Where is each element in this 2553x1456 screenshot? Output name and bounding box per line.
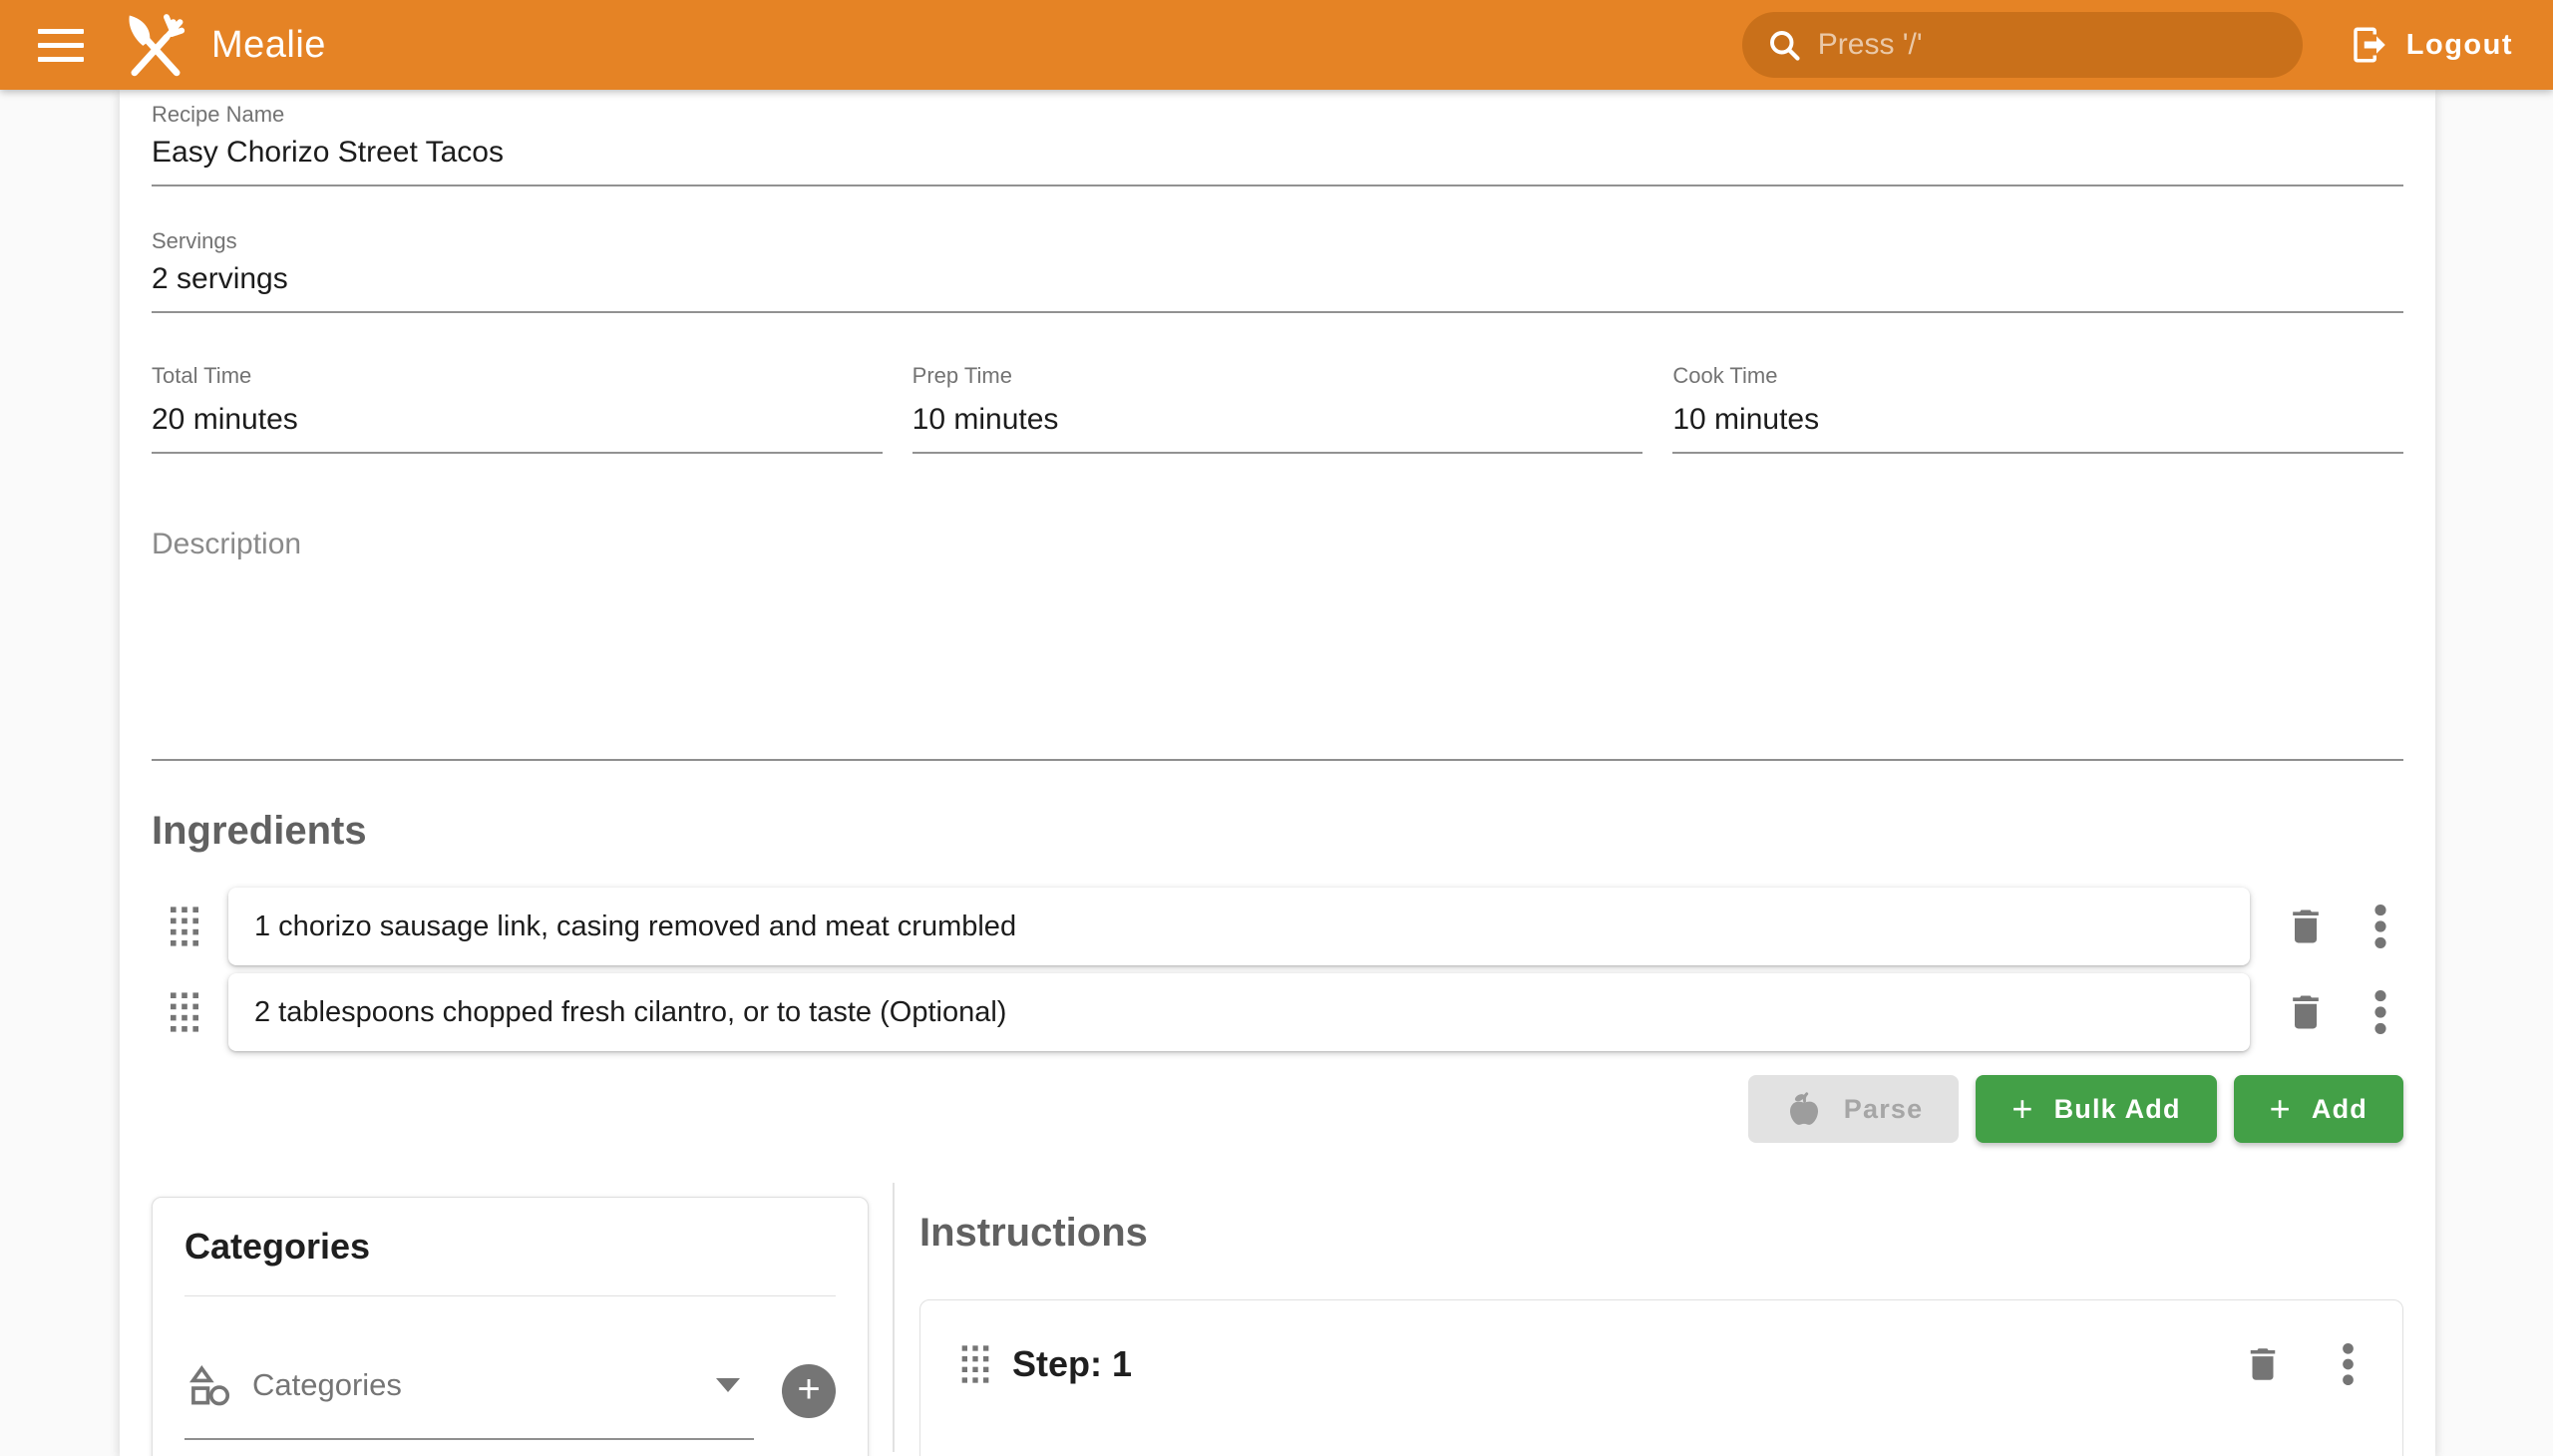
categories-select-row: Categories + (184, 1356, 836, 1440)
recipe-editor-card: Recipe Name Servings Total Time Prep Tim… (120, 90, 2435, 1456)
categories-card-title: Categories (184, 1226, 836, 1268)
caret-down-icon (716, 1378, 740, 1392)
drag-handle-icon[interactable] (165, 987, 204, 1037)
divider (184, 1295, 836, 1296)
ingredient-input[interactable] (254, 996, 2224, 1029)
delete-ingredient-button[interactable] (2276, 982, 2336, 1042)
cook-time-input[interactable] (1672, 395, 2403, 454)
times-row: Total Time Prep Time Cook Time (152, 363, 2403, 454)
mealie-logo-icon (118, 7, 193, 83)
recipe-name-group: Recipe Name (152, 90, 2403, 186)
step-more-options-icon[interactable] (2334, 1334, 2363, 1394)
bulk-add-button[interactable]: + Bulk Add (1976, 1075, 2216, 1143)
logout-label: Logout (2406, 29, 2513, 62)
app-bar: Mealie Logout (0, 0, 2553, 90)
cook-time-group: Cook Time (1672, 363, 2403, 454)
ingredient-actions: Parse + Bulk Add + Add (152, 1075, 2403, 1143)
description-textarea[interactable] (152, 561, 2403, 761)
parse-label: Parse (1844, 1094, 1924, 1125)
app-title: Mealie (211, 24, 326, 67)
bottom-section: Categories Categories (152, 1183, 2403, 1452)
recipe-name-input[interactable] (152, 128, 2403, 186)
ingredient-row (152, 888, 2403, 965)
ingredient-input[interactable] (254, 910, 2224, 943)
servings-group: Servings (152, 228, 2403, 313)
category-shapes-icon (186, 1362, 232, 1408)
ingredient-list (152, 888, 2403, 1051)
apple-icon (1784, 1089, 1824, 1129)
prep-time-group: Prep Time (912, 363, 1643, 454)
delete-ingredient-button[interactable] (2276, 897, 2336, 956)
total-time-input[interactable] (152, 395, 883, 454)
instructions-heading: Instructions (919, 1211, 2403, 1256)
parse-button[interactable]: Parse (1748, 1075, 1960, 1143)
categories-card: Categories Categories (152, 1197, 869, 1456)
total-time-group: Total Time (152, 363, 883, 454)
cook-time-label: Cook Time (1672, 363, 2403, 389)
search-bar[interactable] (1742, 12, 2303, 78)
search-icon (1766, 27, 1802, 63)
step-card: Step: 1 Combine crumbled chorizo and chi… (919, 1299, 2403, 1456)
drag-handle-icon[interactable] (165, 902, 204, 951)
servings-input[interactable] (152, 254, 2403, 313)
categories-select-label: Categories (252, 1367, 402, 1403)
menu-icon[interactable] (26, 10, 96, 80)
ingredients-heading: Ingredients (152, 809, 2403, 854)
total-time-label: Total Time (152, 363, 883, 389)
add-label: Add (2312, 1094, 2368, 1125)
description-label: Description (152, 528, 2403, 561)
step-title: Step: 1 (1012, 1343, 1132, 1385)
add-category-button[interactable]: + (782, 1364, 836, 1418)
delete-step-button[interactable] (2234, 1335, 2292, 1393)
ingredient-more-options-icon[interactable] (2366, 896, 2395, 957)
logout-button[interactable]: Logout (2343, 14, 2519, 76)
prep-time-input[interactable] (912, 395, 1643, 454)
logout-icon (2349, 24, 2390, 66)
instructions-column: Instructions Step: 1 (895, 1183, 2403, 1452)
categories-select[interactable]: Categories (184, 1356, 754, 1440)
ingredient-field[interactable] (228, 888, 2250, 965)
drag-handle-icon[interactable] (956, 1340, 994, 1388)
ingredient-field[interactable] (228, 973, 2250, 1051)
search-input[interactable] (1818, 28, 2279, 62)
prep-time-label: Prep Time (912, 363, 1643, 389)
step-header: Step: 1 (956, 1334, 2367, 1394)
servings-label: Servings (152, 228, 2403, 254)
ingredient-more-options-icon[interactable] (2366, 981, 2395, 1043)
bulk-add-label: Bulk Add (2054, 1094, 2181, 1125)
recipe-name-label: Recipe Name (152, 102, 2403, 128)
description-group: Description (152, 528, 2403, 761)
add-button[interactable]: + Add (2234, 1075, 2403, 1143)
ingredient-row (152, 973, 2403, 1051)
categories-column: Categories Categories (152, 1183, 895, 1452)
